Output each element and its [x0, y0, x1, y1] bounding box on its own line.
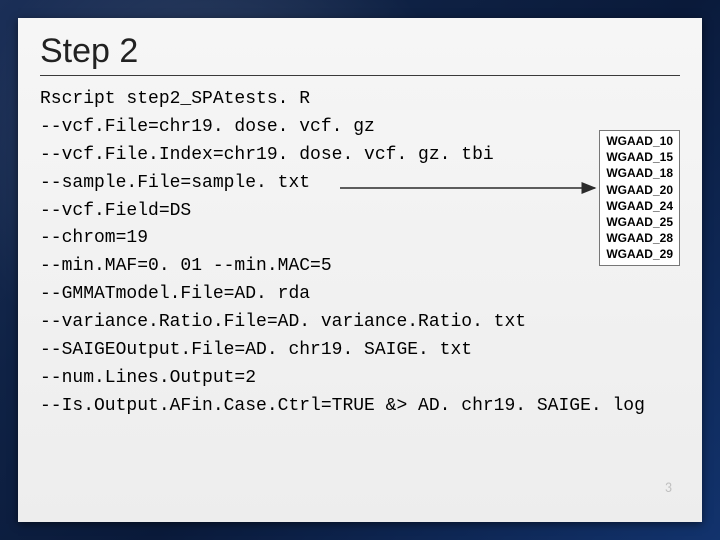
slide-title: Step 2 — [40, 32, 680, 71]
sample-id: WGAAD_24 — [606, 198, 673, 214]
code-line: --variance.Ratio.File=AD. variance.Ratio… — [40, 312, 526, 332]
code-line: --min.MAF=0. 01 --min.MAC=5 — [40, 256, 332, 276]
code-line: --num.Lines.Output=2 — [40, 368, 256, 388]
sample-id: WGAAD_20 — [606, 182, 673, 198]
page-number: 3 — [665, 479, 672, 496]
sample-list-annotation: WGAAD_10 WGAAD_15 WGAAD_18 WGAAD_20 WGAA… — [599, 130, 680, 266]
code-line: --chrom=19 — [40, 228, 148, 248]
code-line: Rscript step2_SPAtests. R — [40, 89, 310, 109]
slide-frame: Step 2 Rscript step2_SPAtests. R --vcf.F… — [0, 0, 720, 540]
code-line: --SAIGEOutput.File=AD. chr19. SAIGE. txt — [40, 340, 472, 360]
sample-id: WGAAD_10 — [606, 133, 673, 149]
sample-id: WGAAD_29 — [606, 246, 673, 262]
title-divider — [40, 75, 680, 76]
code-line: --sample.File=sample. txt — [40, 173, 310, 193]
code-line: --vcf.Field=DS — [40, 201, 191, 221]
sample-id: WGAAD_18 — [606, 165, 673, 181]
code-line: --vcf.File=chr19. dose. vcf. gz — [40, 117, 375, 137]
content-card: Step 2 Rscript step2_SPAtests. R --vcf.F… — [18, 18, 702, 522]
sample-id: WGAAD_25 — [606, 214, 673, 230]
code-line: --GMMATmodel.File=AD. rda — [40, 284, 310, 304]
code-line: --vcf.File.Index=chr19. dose. vcf. gz. t… — [40, 145, 494, 165]
sample-id: WGAAD_28 — [606, 230, 673, 246]
code-line: --Is.Output.AFin.Case.Ctrl=TRUE &> AD. c… — [40, 396, 645, 416]
sample-id: WGAAD_15 — [606, 149, 673, 165]
code-block: Rscript step2_SPAtests. R --vcf.File=chr… — [40, 86, 680, 421]
